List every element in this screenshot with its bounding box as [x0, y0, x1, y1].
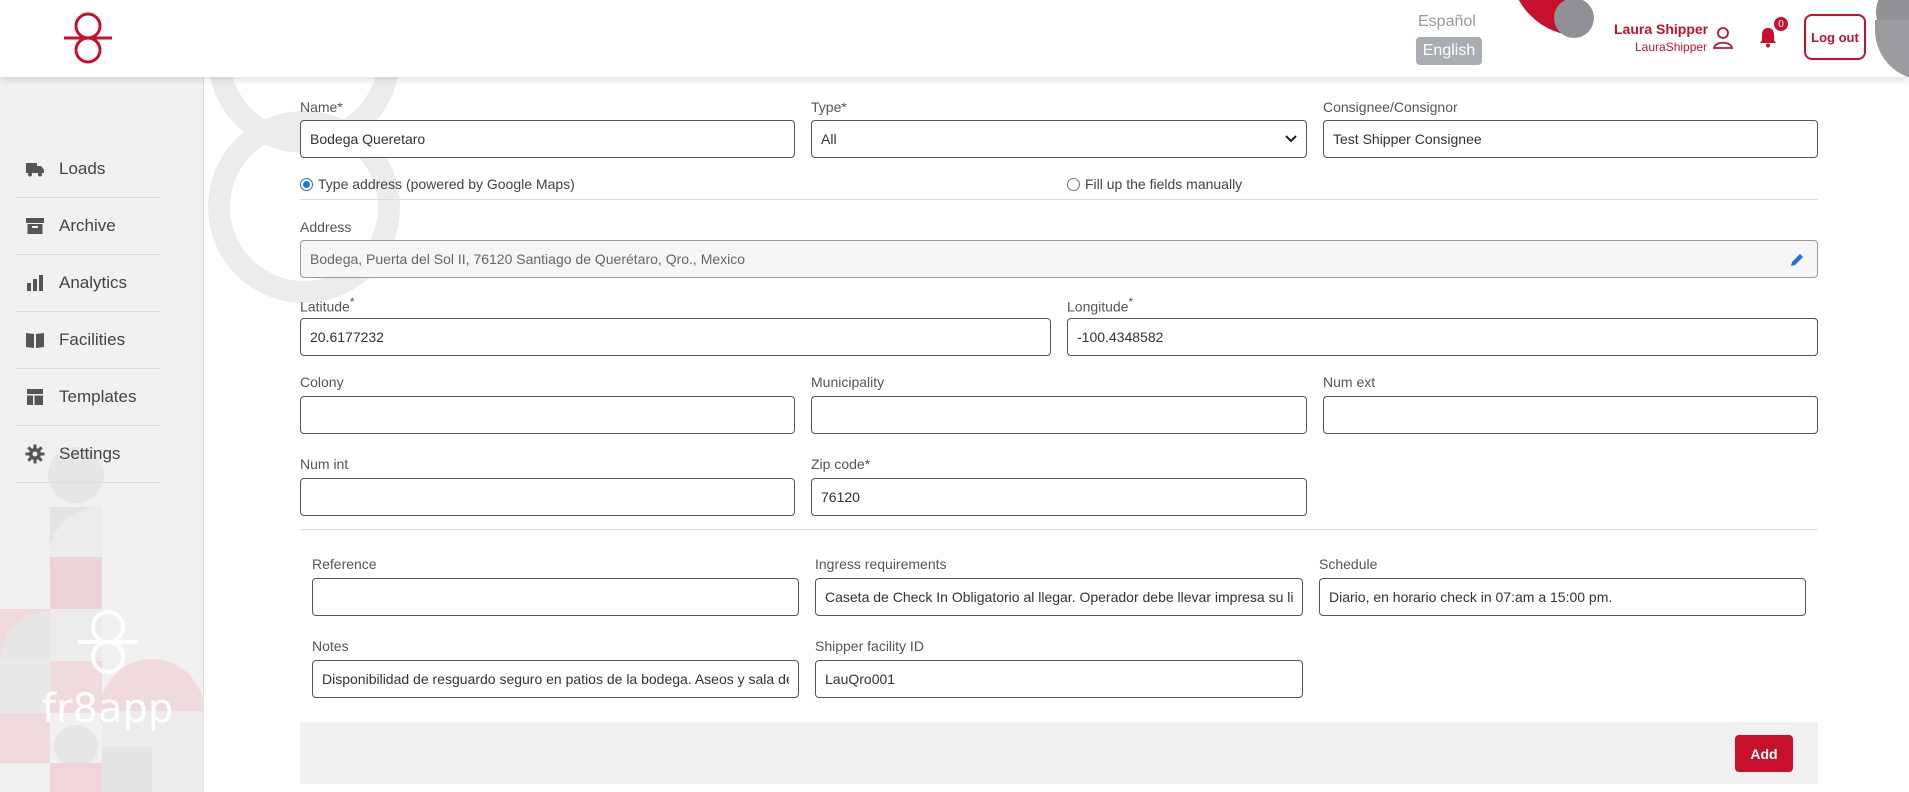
- header-decoration: [1875, 20, 1909, 77]
- schedule-label: Schedule: [1319, 556, 1378, 572]
- address-label: Address: [300, 219, 352, 235]
- zip-code-input[interactable]: [811, 478, 1307, 516]
- sidebar-item-settings[interactable]: Settings: [15, 426, 161, 483]
- facility-id-label: Shipper facility ID: [815, 638, 924, 654]
- fr8app-logo[interactable]: [60, 10, 116, 66]
- longitude-label: Longitude*: [1067, 295, 1133, 315]
- notes-input[interactable]: [312, 660, 799, 698]
- consignee-input[interactable]: [1323, 120, 1818, 158]
- sidebar-item-loads[interactable]: Loads: [15, 141, 161, 198]
- longitude-input[interactable]: [1067, 318, 1818, 356]
- form-footer: [300, 722, 1818, 784]
- radio-manual-button[interactable]: [1067, 177, 1080, 191]
- latitude-input[interactable]: [300, 318, 1051, 356]
- reference-label: Reference: [312, 556, 377, 572]
- sidebar-item-templates[interactable]: Templates: [15, 369, 161, 426]
- sidebar-item-analytics[interactable]: Analytics: [15, 255, 161, 312]
- radio-manual-label: Fill up the fields manually: [1085, 176, 1243, 192]
- pencil-edit-icon[interactable]: [1789, 252, 1805, 268]
- longitude-label-text: Longitude: [1067, 298, 1129, 315]
- radio-manual[interactable]: Fill up the fields manually: [1067, 176, 1242, 192]
- num-ext-label: Num ext: [1323, 374, 1376, 390]
- sidebar-item-facilities[interactable]: Facilities: [15, 312, 161, 369]
- sidebar-item-label: Loads: [59, 159, 106, 178]
- archive-box-icon: [26, 218, 44, 234]
- name-label: Name*: [300, 99, 343, 115]
- num-int-label: Num int: [300, 456, 349, 472]
- top-header: Español English Laura Shipper LauraShipp…: [0, 0, 1909, 77]
- municipality-input[interactable]: [811, 396, 1307, 434]
- bar-chart-icon: [27, 275, 43, 291]
- sidebar-item-label: Analytics: [59, 273, 128, 292]
- latitude-label-text: Latitude: [300, 298, 350, 315]
- language-english[interactable]: English: [1416, 37, 1482, 65]
- facility-id-input[interactable]: [815, 660, 1303, 698]
- brand-text: fr8app: [42, 686, 173, 732]
- divider: [300, 199, 1818, 200]
- fr8app-watermark-logo: fr8app: [42, 610, 173, 732]
- zip-code-label: Zip code*: [811, 456, 871, 472]
- required-mark: *: [349, 295, 355, 309]
- notification-badge: 0: [1773, 16, 1789, 32]
- notes-label: Notes: [312, 638, 349, 654]
- required-mark: *: [1128, 295, 1134, 309]
- name-input[interactable]: [300, 120, 795, 158]
- sidebar-item-label: Settings: [59, 444, 121, 463]
- reference-input[interactable]: [312, 578, 799, 616]
- sidebar: Loads Archive Analytics Facilities Templ…: [0, 77, 204, 792]
- user-login[interactable]: LauraShipper: [1635, 40, 1707, 54]
- user-icon[interactable]: [1712, 26, 1734, 50]
- colony-input[interactable]: [300, 396, 795, 434]
- ingress-input[interactable]: [815, 578, 1303, 616]
- latitude-label: Latitude*: [300, 295, 355, 315]
- sidebar-item-label: Templates: [59, 387, 137, 406]
- header-decoration: [1554, 0, 1594, 38]
- radio-google-maps-label: Type address (powered by Google Maps): [318, 176, 575, 192]
- gear-icon: [25, 444, 45, 464]
- language-espanol[interactable]: Español: [1418, 13, 1476, 31]
- sidebar-item-label: Archive: [59, 216, 116, 235]
- type-select[interactable]: All: [811, 120, 1307, 158]
- sidebar-item-archive[interactable]: Archive: [15, 198, 161, 255]
- ingress-label: Ingress requirements: [815, 556, 947, 572]
- add-button[interactable]: Add: [1735, 735, 1793, 772]
- consignee-label: Consignee/Consignor: [1323, 99, 1458, 115]
- num-ext-input[interactable]: [1323, 396, 1818, 434]
- num-int-input[interactable]: [300, 478, 795, 516]
- type-label: Type*: [811, 99, 847, 115]
- sidebar-nav: Loads Archive Analytics Facilities Templ…: [15, 141, 161, 483]
- municipality-label: Municipality: [811, 374, 885, 390]
- book-open-icon: [26, 333, 44, 348]
- schedule-input[interactable]: [1319, 578, 1806, 616]
- user-name[interactable]: Laura Shipper: [1614, 21, 1708, 37]
- logout-button[interactable]: Log out: [1804, 14, 1866, 60]
- colony-label: Colony: [300, 374, 344, 390]
- divider: [300, 529, 1818, 530]
- truck-icon: [26, 163, 44, 177]
- sidebar-item-label: Facilities: [59, 330, 126, 349]
- radio-google-maps-button[interactable]: [300, 177, 313, 191]
- radio-google-maps[interactable]: Type address (powered by Google Maps): [300, 176, 575, 192]
- address-input[interactable]: [300, 240, 1818, 278]
- layout-template-icon: [27, 389, 43, 405]
